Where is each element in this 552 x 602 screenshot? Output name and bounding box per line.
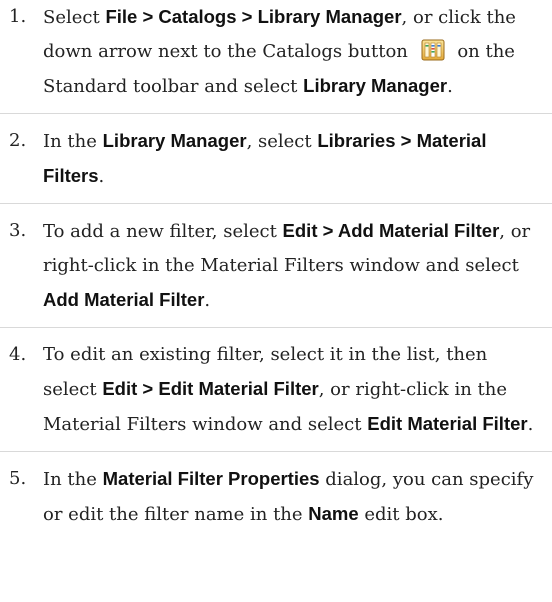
step-text-segment: edit box. — [358, 504, 444, 525]
step-text-segment: . — [527, 414, 534, 435]
step-3: 3. To add a new filter, select Edit > Ad… — [0, 214, 552, 328]
step-number: 2. — [9, 130, 27, 151]
step-text-segment: . — [447, 76, 453, 97]
step-text-segment: , select — [246, 131, 318, 152]
step-text: To edit an existing filter, select it in… — [43, 344, 533, 435]
step-text-segment: To add a new filter, select — [43, 221, 283, 242]
menu-path: File > Catalogs > Library Manager — [105, 6, 402, 27]
menu-path: Edit > Add Material Filter — [282, 220, 500, 241]
step-4: 4. To edit an existing filter, select it… — [0, 338, 552, 452]
menu-path: Add Material Filter — [43, 289, 205, 310]
step-5: 5. In the Material Filter Properties dia… — [0, 462, 552, 541]
step-text-segment: In the — [43, 131, 103, 152]
step-text-segment: Select — [43, 7, 106, 28]
catalogs-icon — [420, 37, 446, 63]
menu-path: Material Filter Properties — [102, 468, 320, 489]
step-text: In the Material Filter Properties dialog… — [43, 468, 533, 525]
instruction-steps: 1. Select File > Catalogs > Library Mana… — [0, 0, 552, 551]
menu-path: Library Manager — [102, 130, 247, 151]
step-text-segment: In the — [43, 469, 103, 490]
menu-path: Edit Material Filter — [367, 413, 528, 434]
menu-path: Edit > Edit Material Filter — [102, 378, 319, 399]
step-number: 5. — [9, 468, 27, 489]
step-text: In the Library Manager, select Libraries… — [43, 130, 487, 187]
menu-path: Library Manager — [303, 75, 448, 96]
step-text: To add a new filter, select Edit > Add M… — [43, 220, 530, 311]
step-number: 1. — [9, 6, 27, 27]
step-1: 1. Select File > Catalogs > Library Mana… — [0, 0, 552, 114]
step-number: 3. — [9, 220, 27, 241]
menu-path: Name — [308, 503, 359, 524]
step-text-segment: . — [98, 166, 105, 187]
step-text: Select File > Catalogs > Library Manager… — [43, 6, 516, 97]
step-number: 4. — [9, 344, 27, 365]
step-text-segment: . — [204, 290, 211, 311]
step-2: 2. In the Library Manager, select Librar… — [0, 124, 552, 204]
